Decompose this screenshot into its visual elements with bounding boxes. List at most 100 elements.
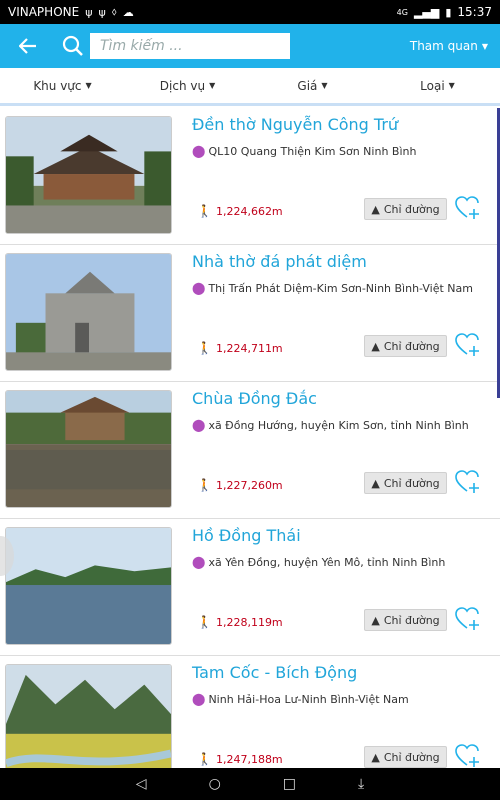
filter-label: Dịch vụ — [159, 78, 206, 93]
filter-label: Loại — [420, 78, 445, 93]
address-text: Ninh Hải-Hoa Lư-Ninh Bình-Việt Nam — [208, 692, 409, 706]
list-item[interactable]: Nhà thờ đá phát diệm ⬤ Thị Trấn Phát Diệ… — [0, 245, 500, 382]
location-icon: ⬨ — [111, 5, 117, 18]
search-input[interactable] — [90, 33, 290, 59]
place-address: ⬤ QL10 Quang Thiện Kim Sơn Ninh Bình — [192, 144, 416, 158]
directions-label: Chỉ đường — [383, 750, 440, 764]
app-bar: Tham quan ▼ — [0, 24, 500, 68]
list-item[interactable]: Chùa Đồng Đắc ⬤ xã Đồng Hướng, huyện Kim… — [0, 382, 500, 519]
add-favorite-icon[interactable] — [455, 606, 481, 632]
location-pin-icon: ⬤ — [192, 555, 206, 569]
chevron-down-icon: ▼ — [448, 81, 455, 90]
walking-icon: 🚶 — [197, 752, 212, 766]
directions-button[interactable]: ▲ Chỉ đường — [364, 335, 447, 357]
distance-text: 1,224,662m — [215, 204, 283, 218]
nav-recents-icon[interactable]: □ — [283, 776, 296, 792]
directions-label: Chỉ đường — [383, 476, 440, 490]
place-distance: 🚶 1,228,119m — [197, 615, 283, 629]
filter-label: Giá — [297, 78, 318, 93]
place-title[interactable]: Hồ Đồng Thái — [192, 526, 301, 545]
address-text: xã Yên Đồng, huyện Yên Mô, tỉnh Ninh Bìn… — [208, 555, 446, 569]
filter-label: Khu vực — [33, 78, 82, 93]
place-photo — [5, 390, 172, 508]
location-pin-icon: ⬤ — [192, 692, 206, 706]
navigation-arrow-icon: ▲ — [371, 476, 380, 490]
directions-button[interactable]: ▲ Chỉ đường — [364, 198, 447, 220]
place-address: ⬤ Thị Trấn Phát Diệm-Kim Sơn-Ninh Bình-V… — [192, 281, 473, 295]
place-photo — [5, 527, 172, 645]
category-dropdown[interactable]: Tham quan ▼ — [410, 39, 488, 53]
directions-label: Chỉ đường — [383, 339, 440, 353]
filter-bar: Khu vực ▼ Dịch vụ ▼ Giá ▼ Loại ▼ — [0, 68, 500, 106]
back-button[interactable] — [0, 24, 56, 68]
place-photo — [5, 253, 172, 371]
search-button[interactable] — [56, 24, 90, 68]
location-pin-icon: ⬤ — [192, 281, 206, 295]
carrier-name: VINAPHONE — [8, 5, 80, 19]
add-favorite-icon[interactable] — [455, 195, 481, 221]
directions-button[interactable]: ▲ Chỉ đường — [364, 472, 447, 494]
location-pin-icon: ⬤ — [192, 418, 206, 432]
place-address: ⬤ xã Yên Đồng, huyện Yên Mô, tỉnh Ninh B… — [192, 555, 445, 569]
filter-price[interactable]: Giá ▼ — [250, 79, 375, 93]
system-nav-bar: ◁ ○ □ ⤓ — [0, 768, 500, 800]
list-item[interactable]: Tam Cốc - Bích Động ⬤ Ninh Hải-Hoa Lư-Ni… — [0, 656, 500, 768]
navigation-arrow-icon: ▲ — [371, 202, 380, 216]
filter-type[interactable]: Loại ▼ — [375, 79, 500, 93]
address-text: QL10 Quang Thiện Kim Sơn Ninh Bình — [208, 144, 417, 158]
navigation-arrow-icon: ▲ — [371, 339, 380, 353]
add-favorite-icon[interactable] — [455, 743, 481, 768]
place-distance: 🚶 1,247,188m — [197, 752, 283, 766]
chevron-down-icon: ▼ — [321, 81, 328, 90]
chevron-down-icon: ▼ — [481, 41, 488, 51]
clock: 15:37 — [457, 5, 492, 19]
distance-text: 1,227,260m — [215, 478, 283, 492]
add-favorite-icon[interactable] — [455, 332, 481, 358]
place-title[interactable]: Nhà thờ đá phát diệm — [192, 252, 367, 271]
chevron-down-icon: ▼ — [209, 81, 216, 90]
search-icon — [62, 35, 83, 56]
place-address: ⬤ xã Đồng Hướng, huyện Kim Sơn, tỉnh Nin… — [192, 418, 469, 432]
network-type: 4G — [396, 7, 408, 17]
place-distance: 🚶 1,224,711m — [197, 341, 283, 355]
walking-icon: 🚶 — [197, 204, 212, 218]
distance-text: 1,247,188m — [215, 752, 283, 766]
status-bar: VINAPHONE ψ ψ ⬨ ☁ 4G ▂▄▆ ▮ 15:37 — [0, 0, 500, 24]
nav-back-icon[interactable]: ◁ — [136, 776, 147, 792]
list-item[interactable]: Hồ Đồng Thái ⬤ xã Yên Đồng, huyện Yên Mô… — [0, 519, 500, 656]
navigation-arrow-icon: ▲ — [371, 613, 380, 627]
place-title[interactable]: Chùa Đồng Đắc — [192, 389, 317, 408]
directions-button[interactable]: ▲ Chỉ đường — [364, 609, 447, 631]
list-item[interactable]: Đền thờ Nguyễn Công Trứ ⬤ QL10 Quang Thi… — [0, 108, 500, 245]
walking-icon: 🚶 — [197, 615, 212, 629]
place-list[interactable]: Đền thờ Nguyễn Công Trứ ⬤ QL10 Quang Thi… — [0, 108, 500, 768]
directions-label: Chỉ đường — [383, 202, 440, 216]
usb-icon: ψ — [85, 5, 93, 19]
distance-text: 1,228,119m — [215, 615, 283, 629]
navigation-arrow-icon: ▲ — [371, 750, 380, 764]
place-distance: 🚶 1,227,260m — [197, 478, 283, 492]
walking-icon: 🚶 — [197, 478, 212, 492]
back-arrow-icon — [19, 38, 36, 54]
directions-button[interactable]: ▲ Chỉ đường — [364, 746, 447, 768]
add-favorite-icon[interactable] — [455, 469, 481, 495]
battery-icon: ▮ — [445, 5, 452, 19]
walking-icon: 🚶 — [197, 341, 212, 355]
place-title[interactable]: Đền thờ Nguyễn Công Trứ — [192, 115, 398, 134]
nav-home-icon[interactable]: ○ — [209, 776, 221, 792]
address-text: Thị Trấn Phát Diệm-Kim Sơn-Ninh Bình-Việ… — [208, 281, 473, 295]
place-address: ⬤ Ninh Hải-Hoa Lư-Ninh Bình-Việt Nam — [192, 692, 409, 706]
distance-text: 1,224,711m — [215, 341, 283, 355]
place-photo — [5, 116, 172, 234]
filter-service[interactable]: Dịch vụ ▼ — [125, 79, 250, 93]
place-photo — [5, 664, 172, 768]
cloud-icon: ☁ — [122, 5, 134, 19]
filter-area[interactable]: Khu vực ▼ — [0, 79, 125, 93]
nav-notification-icon[interactable]: ⤓ — [358, 776, 364, 792]
place-title[interactable]: Tam Cốc - Bích Động — [192, 663, 357, 682]
place-distance: 🚶 1,224,662m — [197, 204, 283, 218]
usb-icon: ψ — [98, 5, 106, 19]
location-pin-icon: ⬤ — [192, 144, 206, 158]
signal-icon: ▂▄▆ — [413, 5, 440, 19]
address-text: xã Đồng Hướng, huyện Kim Sơn, tỉnh Ninh … — [208, 418, 469, 432]
